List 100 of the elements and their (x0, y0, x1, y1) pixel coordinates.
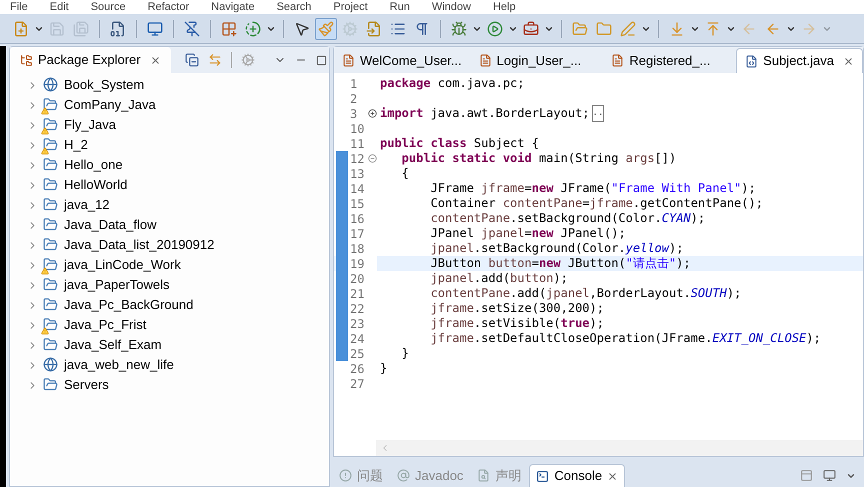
code-line: public static void main(String args[]) (400, 151, 676, 166)
tab-label: Subject.java (763, 52, 834, 70)
menu-item[interactable]: Help (492, 2, 516, 12)
save-all-icon (73, 20, 89, 36)
folder-open-icon (572, 20, 588, 36)
pin-console-icon[interactable] (800, 469, 813, 482)
document-icon (478, 54, 492, 67)
tab-label: WelCome_User... (360, 52, 462, 70)
close-icon[interactable] (843, 56, 854, 66)
line-number: 11 (349, 136, 364, 152)
menu-item[interactable]: Edit (50, 2, 69, 12)
line-number: 1 (349, 76, 358, 92)
code-line: } (379, 361, 388, 376)
display-console-icon[interactable] (823, 469, 836, 482)
cursor-icon (294, 20, 310, 36)
project-name[interactable]: Hello_one (64, 155, 123, 175)
class-icon (245, 20, 261, 36)
maximize-icon[interactable] (316, 54, 327, 66)
menu-item[interactable]: Refactor (148, 2, 190, 12)
line-number: 18 (349, 240, 364, 258)
tab-label: 声明 (495, 466, 522, 485)
project-name[interactable]: HelloWorld (64, 175, 128, 195)
project-name[interactable]: java_PaperTowels (64, 275, 170, 295)
project-name[interactable]: Java_Self_Exam (64, 335, 162, 355)
line-number: 17 (349, 226, 364, 242)
document-icon (342, 54, 355, 67)
link-arrows-icon[interactable] (208, 53, 222, 67)
code-line: JFrame jframe=new JFrame("Frame With Panel"); (430, 181, 756, 196)
project-name[interactable]: Java_Pc_BackGround (64, 295, 194, 315)
line-number: 27 (349, 376, 364, 392)
project-name[interactable]: H_2 (64, 135, 88, 155)
line-number: 3 (349, 106, 358, 122)
save-icon (49, 20, 65, 36)
document-icon (611, 54, 624, 67)
menu-item[interactable]: Project (333, 2, 368, 12)
close-icon[interactable] (150, 54, 161, 66)
menu-item[interactable]: Source (90, 2, 126, 12)
code-line: jpanel.add(button); (430, 271, 568, 286)
tab-label: Login_User_... (496, 52, 582, 70)
code-line: public class Subject { (379, 136, 539, 151)
view-tab[interactable]: Package Explorer (10, 47, 171, 73)
editor-tab[interactable]: Registered_... (603, 48, 736, 73)
bug-icon (451, 20, 467, 36)
line-number: 25 (349, 346, 364, 362)
project-name[interactable]: Servers (64, 375, 109, 395)
bottom-tab[interactable]: Console (529, 464, 626, 487)
code-line: jframe.setVisible(true); (430, 316, 604, 331)
editor-tab[interactable]: Login_User_... (470, 48, 602, 73)
line-number: 13 (349, 166, 364, 182)
line-number: 15 (349, 196, 364, 212)
code-line: jpanel.setBackground(Color.yellow); (430, 241, 684, 256)
project-name[interactable]: Java_Data_flow (64, 215, 156, 235)
code-line: JPanel jpanel=new JPanel(); (430, 226, 626, 241)
expand-fold-icon[interactable] (368, 109, 377, 118)
tab-label: 问题 (357, 466, 383, 485)
collapse-fold-icon[interactable] (368, 154, 377, 163)
code-line: jframe.setDefaultCloseOperation(JFrame.EXIT_ON_CLOSE); (430, 331, 821, 346)
horizontal-scrollbar[interactable] (376, 440, 863, 456)
editor-tab[interactable]: Subject.java (736, 48, 863, 73)
project-name[interactable]: Java_Data_list_20190912 (64, 235, 214, 255)
crossed-pin-icon (184, 20, 200, 36)
project-name[interactable]: Java_Pc_Frist (64, 315, 146, 335)
line-number: 12 (349, 150, 364, 168)
line-number: 26 (349, 360, 364, 378)
project-name[interactable]: java_web_new_life (64, 355, 174, 375)
project-name[interactable]: Fly_Java (64, 115, 116, 135)
menu-item[interactable]: File (10, 2, 28, 12)
code-line: Container contentPane=jframe.getContentPane(); (430, 196, 763, 211)
close-icon[interactable] (607, 470, 618, 482)
paragraph-icon (414, 20, 430, 36)
run-icon (487, 20, 503, 36)
brush-icon (318, 20, 334, 36)
tab-label: Javadoc (415, 466, 464, 485)
line-number: 14 (349, 180, 364, 198)
code-line: { (400, 166, 409, 181)
binary-file-icon (110, 20, 126, 36)
document-arrow-icon (366, 20, 382, 36)
line-number: 19 (349, 256, 364, 272)
toolbox-icon (523, 20, 539, 36)
folder-icon (596, 20, 612, 36)
gears-icon[interactable] (240, 53, 255, 67)
code-line: } (400, 346, 409, 361)
menu-item[interactable]: Run (390, 2, 410, 12)
editor-tab[interactable]: WelCome_User... (334, 48, 470, 73)
menu-item[interactable]: Navigate (211, 2, 255, 12)
collapse-all-icon[interactable] (184, 53, 199, 67)
tab-label: Registered_... (629, 52, 710, 70)
line-number: 20 (349, 270, 364, 288)
line-number: 21 (349, 286, 364, 302)
project-name[interactable]: ComPany_Java (64, 95, 156, 115)
project-name[interactable]: java_12 (64, 195, 110, 215)
code-line: jframe.setSize(300,200); (430, 301, 604, 316)
project-name[interactable]: java_LinCode_Work (64, 255, 181, 275)
grid-plus-icon (221, 20, 237, 36)
down-arrow-icon (669, 20, 685, 36)
menu-item[interactable]: Window (432, 2, 471, 12)
project-name[interactable]: Book_System (64, 75, 144, 95)
new-file-icon (13, 20, 29, 36)
menu-item[interactable]: Search (276, 2, 312, 12)
line-number: 10 (349, 120, 364, 138)
